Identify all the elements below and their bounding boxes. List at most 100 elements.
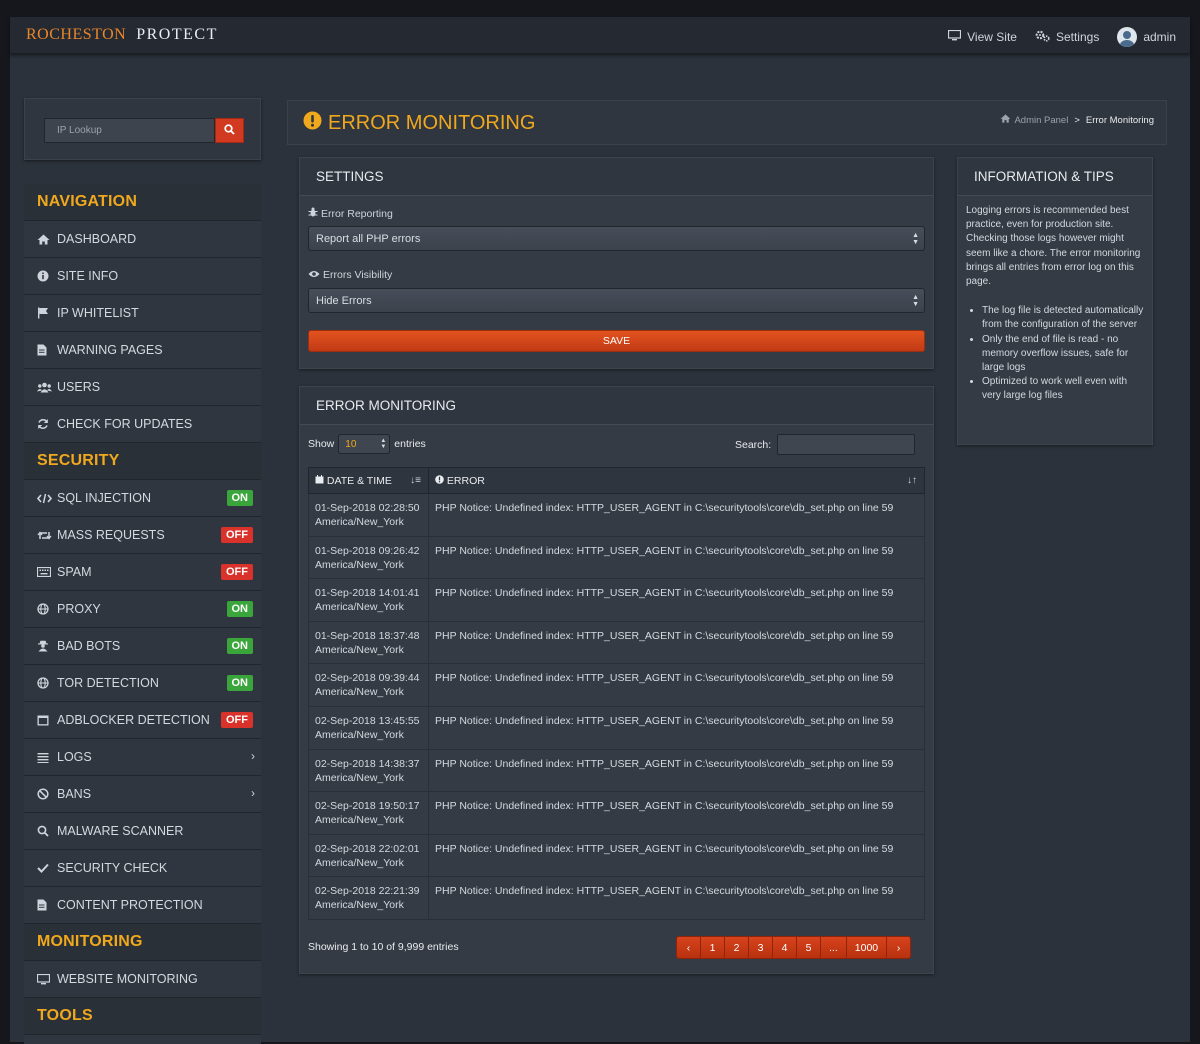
pagination-page-5[interactable]: 5 (796, 936, 821, 959)
tips-content: Logging errors is recommended best pract… (966, 204, 1146, 404)
datetime-cell: 02-Sep-2018 19:50:17 America/New_York (308, 791, 429, 835)
table-row: 01-Sep-2018 18:37:48 America/New_York PHP … (308, 620, 925, 665)
sidebar-item-bad-bots[interactable]: BAD BOTS ON (24, 628, 261, 665)
sidebar-item-dashboard[interactable]: DASHBOARD (24, 221, 261, 258)
sidebar-item-content-protection[interactable]: CONTENT PROTECTION (24, 887, 261, 924)
sidebar-item-proxy[interactable]: PROXY ON (24, 591, 261, 628)
length-control: Show 10 ▲ ▼ entries (308, 434, 426, 454)
search-control: Search: (735, 434, 916, 455)
eye-icon (308, 269, 320, 281)
datetime-value: 01-Sep-2018 02:28:50 (315, 502, 420, 514)
view-site-link[interactable]: View Site (948, 29, 1017, 44)
search-input[interactable] (777, 434, 916, 455)
chevron-right-icon: › (251, 786, 255, 800)
sidebar-item-users[interactable]: USERS (24, 369, 261, 406)
select-arrows-icon: ▲ ▼ (380, 438, 387, 450)
pagination-next-button[interactable]: › (886, 936, 912, 959)
sidebar-item-warning-pages[interactable]: WARNING PAGES (24, 332, 261, 369)
datetime-cell: 02-Sep-2018 13:45:55 America/New_York (308, 705, 429, 750)
sidebar-item-label: LOGS (57, 750, 92, 764)
sidebar-section-navigation: NAVIGATION (24, 184, 261, 221)
gears-icon (1035, 30, 1050, 45)
sidebar-item-sql-injection[interactable]: SQL INJECTION ON (24, 480, 261, 517)
error-reporting-select[interactable]: Report all PHP errors ▲ ▼ (308, 226, 925, 251)
status-badge[interactable]: ON (226, 638, 253, 654)
datetime-value: 01-Sep-2018 18:37:48 (315, 629, 420, 642)
sidebar-item-mass-requests[interactable]: MASS REQUESTS OFF (24, 517, 261, 554)
bug-icon (308, 207, 318, 220)
status-badge[interactable]: ON (226, 675, 253, 691)
sidebar-item-label: PROXY (57, 602, 101, 616)
table-row: 02-Sep-2018 22:02:01 America/New_York PHP … (308, 833, 925, 878)
select-arrows-icon: ▲ ▼ (912, 232, 919, 246)
pagination-page-2[interactable]: 2 (724, 936, 749, 959)
error-cell: PHP Notice: Undefined index: HTTP_USER_A… (428, 705, 925, 750)
status-badge[interactable]: ON (226, 601, 253, 617)
timezone-value: America/New_York (315, 814, 404, 827)
breadcrumb-home[interactable]: Admin Panel (1014, 115, 1068, 126)
breadcrumb-separator: > (1074, 114, 1080, 126)
sidebar-item-check-for-updates[interactable]: CHECK FOR UPDATES (24, 406, 261, 443)
globe-icon (37, 603, 55, 615)
sidebar-item-label: ADBLOCKER DETECTION (57, 713, 210, 727)
search-icon (224, 122, 235, 140)
error-cell: PHP Notice: Undefined index: HTTP_USER_A… (428, 791, 925, 835)
pagination-page-3[interactable]: 3 (748, 936, 773, 959)
sidebar-item-logs[interactable]: LOGS › (24, 739, 261, 776)
users-icon (37, 382, 55, 393)
pagination-page-last[interactable]: 1000 (845, 936, 888, 959)
ip-lookup-button[interactable] (215, 118, 244, 143)
select-arrows-icon: ▲ ▼ (912, 294, 919, 308)
pagination-prev-button[interactable]: ‹ (676, 936, 701, 959)
error-reporting-value: Report all PHP errors (316, 232, 421, 245)
errors-visibility-value: Hide Errors (316, 294, 372, 307)
settings-panel-title: SETTINGS (300, 158, 933, 196)
ban-icon (37, 788, 55, 800)
sidebar-item-tor-detection[interactable]: TOR DETECTION ON (24, 665, 261, 702)
error-monitoring-panel-title: ERROR MONITORING (300, 387, 933, 425)
sidebar-item-label: IP WHITELIST (57, 306, 139, 320)
errors-visibility-select[interactable]: Hide Errors ▲ ▼ (308, 288, 925, 313)
entries-label: entries (394, 438, 426, 450)
tips-list: The log file is detected automatically f… (966, 304, 1146, 403)
pagination-page-4[interactable]: 4 (772, 936, 797, 959)
save-button[interactable]: SAVE (308, 330, 925, 352)
status-badge[interactable]: OFF (221, 712, 253, 728)
table-row: 02-Sep-2018 19:50:17 America/New_York PHP … (308, 791, 925, 835)
sidebar-item-bans[interactable]: BANS › (24, 776, 261, 813)
flag-icon (37, 307, 55, 319)
user-menu[interactable]: admin (1117, 27, 1176, 47)
sidebar-item-ip-whitelist[interactable]: IP WHITELIST (24, 295, 261, 332)
status-badge[interactable]: OFF (221, 527, 253, 543)
entries-length-select[interactable]: 10 ▲ ▼ (338, 434, 391, 454)
column-header-datetime[interactable]: DATE & TIME ↓≡ (308, 467, 429, 494)
settings-label: Settings (1055, 30, 1100, 44)
status-badge[interactable]: ON (226, 490, 253, 506)
sidebar-item-label: SITE INFO (57, 269, 119, 283)
timezone-value: America/New_York (315, 643, 404, 656)
ip-lookup-input[interactable] (44, 118, 215, 143)
sidebar-item-site-info[interactable]: SITE INFO (24, 258, 261, 295)
status-badge[interactable]: OFF (221, 564, 253, 580)
sidebar-item-label: SECURITY CHECK (57, 861, 168, 875)
timezone-value: America/New_York (315, 899, 404, 912)
sidebar-item-website-monitoring[interactable]: WEBSITE MONITORING (24, 961, 261, 998)
error-reporting-label: Error Reporting (308, 207, 393, 220)
user-secret-icon (37, 640, 55, 652)
exclamation-circle-icon (435, 474, 444, 487)
sidebar-item-security-check[interactable]: SECURITY CHECK (24, 850, 261, 887)
sidebar-item-spam[interactable]: SPAM OFF (24, 554, 261, 591)
datetime-cell: 02-Sep-2018 22:02:01 America/New_York (308, 833, 429, 878)
datetime-cell: 01-Sep-2018 02:28:50 America/New_York (308, 493, 429, 537)
sidebar-item-adblocker-detection[interactable]: ADBLOCKER DETECTION OFF (24, 702, 261, 739)
pagination-page-1[interactable]: 1 (700, 936, 725, 959)
logo[interactable]: ROCHESTON PROTECT (26, 26, 218, 44)
errors-visibility-label-text: Errors Visibility (323, 269, 393, 281)
sidebar-item-malware-scanner[interactable]: MALWARE SCANNER (24, 813, 261, 850)
error-cell: PHP Notice: Undefined index: HTTP_USER_A… (428, 833, 925, 878)
datetime-value: 02-Sep-2018 22:02:01 (315, 842, 420, 855)
sort-ascending-icon: ↓≡ (410, 475, 421, 486)
settings-link[interactable]: Settings (1035, 30, 1099, 45)
column-header-error[interactable]: ERROR ↓↑ (428, 467, 925, 494)
tips-list-item: Optimized to work well even with very la… (982, 375, 1146, 403)
